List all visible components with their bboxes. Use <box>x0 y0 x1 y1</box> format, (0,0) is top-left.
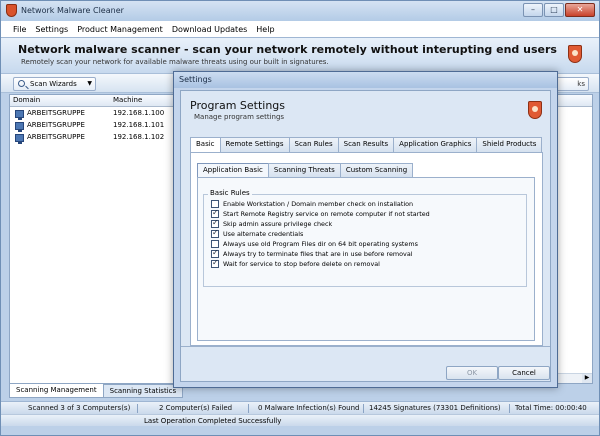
tab-basic[interactable]: Basic <box>190 137 221 153</box>
close-button[interactable]: ✕ <box>565 3 595 17</box>
basic-subtabs: Application Basic Scanning Threats Custo… <box>197 163 414 178</box>
tab-custom-scanning[interactable]: Custom Scanning <box>339 163 414 177</box>
computer-icon <box>15 110 24 120</box>
row-machine: 192.168.1.101 <box>113 121 165 129</box>
row-machine: 192.168.1.100 <box>113 109 165 117</box>
option-old-program-files[interactable]: Always use old Program Files dir on 64 b… <box>211 239 418 248</box>
column-header-domain[interactable]: Domain <box>13 96 40 104</box>
tab-application-basic[interactable]: Application Basic <box>197 163 269 178</box>
shield-logo-icon <box>528 101 542 119</box>
status-scanned: Scanned 3 of 3 Computers(s) <box>28 404 131 412</box>
option-label: Skip admin assure privilege check <box>223 219 333 228</box>
dialog-title: Settings <box>179 75 212 84</box>
checkbox[interactable] <box>211 258 219 268</box>
status-bar: Scanned 3 of 3 Computers(s) 2 Computer(s… <box>1 401 599 414</box>
menu-bar: File Settings Product Management Downloa… <box>1 21 599 37</box>
checkbox[interactable] <box>211 228 219 238</box>
dialog-title-bar[interactable]: Settings <box>174 72 557 88</box>
menu-help[interactable]: Help <box>256 25 274 34</box>
title-bar[interactable]: Network Malware Cleaner – □ ✕ <box>1 1 599 21</box>
settings-heading: Program Settings <box>190 99 286 112</box>
page-title: Network malware scanner - scan your netw… <box>18 43 557 56</box>
status-signatures: 14245 Signatures (73301 Definitions) <box>369 404 501 412</box>
menu-download-updates[interactable]: Download Updates <box>172 25 247 34</box>
tab-shield-products[interactable]: Shield Products <box>476 137 543 152</box>
tab-scanning-statistics[interactable]: Scanning Statistics <box>102 384 184 398</box>
basic-rules-label: Basic Rules <box>208 189 252 197</box>
status-bar-secondary: Last Operation Completed Successfully <box>1 414 599 426</box>
status-last-operation: Last Operation Completed Successfully <box>144 417 282 425</box>
computer-icon <box>15 134 24 144</box>
tab-scanning-management[interactable]: Scanning Management <box>9 384 104 398</box>
computer-icon <box>15 122 24 132</box>
status-divider <box>137 404 138 413</box>
row-machine: 192.168.1.102 <box>113 133 165 141</box>
menu-settings[interactable]: Settings <box>35 25 68 34</box>
tab-remote-settings[interactable]: Remote Settings <box>219 137 290 152</box>
option-alternate-credentials[interactable]: Use alternate credentials <box>211 228 304 238</box>
option-terminate-files[interactable]: Always try to terminate files that are i… <box>211 248 413 258</box>
cancel-button[interactable]: Cancel <box>498 366 550 380</box>
status-divider <box>248 404 249 413</box>
scan-wizards-button[interactable]: Scan Wizards ▼ <box>13 77 96 91</box>
option-label: Always try to terminate files that are i… <box>223 249 413 258</box>
maximize-button[interactable]: □ <box>544 3 564 17</box>
page-subtitle: Remotely scan your network for available… <box>21 58 329 66</box>
option-wait-service-stop[interactable]: Wait for service to stop before delete o… <box>211 258 380 268</box>
row-domain: ARBEITSGRUPPE <box>27 133 85 141</box>
checkbox[interactable] <box>211 208 219 218</box>
option-label: Always use old Program Files dir on 64 b… <box>223 239 418 248</box>
tab-scan-rules[interactable]: Scan Rules <box>288 137 339 152</box>
settings-subheading: Manage program settings <box>194 113 285 121</box>
checkbox[interactable] <box>211 199 219 208</box>
status-total-time: Total Time: 00:00:40 <box>515 404 587 412</box>
option-label: Start Remote Registry service on remote … <box>223 209 430 218</box>
option-label: Use alternate credentials <box>223 229 304 238</box>
option-remote-registry[interactable]: Start Remote Registry service on remote … <box>211 208 430 218</box>
status-divider <box>363 404 364 413</box>
menu-product-management[interactable]: Product Management <box>77 25 163 34</box>
status-failed: 2 Computer(s) Failed <box>159 404 233 412</box>
dialog-divider <box>181 346 550 347</box>
checkbox[interactable] <box>211 239 219 248</box>
option-workstation-check[interactable]: Enable Workstation / Domain member check… <box>211 199 413 208</box>
option-skip-admin-check[interactable]: Skip admin assure privilege check <box>211 218 333 228</box>
window-title: Network Malware Cleaner <box>21 6 124 15</box>
app-shield-icon <box>6 4 17 17</box>
shield-logo-icon <box>568 45 582 63</box>
checkbox[interactable] <box>211 248 219 258</box>
status-divider <box>509 404 510 413</box>
row-domain: ARBEITSGRUPPE <box>27 109 85 117</box>
dialog-body: Program Settings Manage program settings… <box>180 90 551 382</box>
toolbar-right-button[interactable]: ks <box>555 77 589 91</box>
tab-application-graphics[interactable]: Application Graphics <box>393 137 478 152</box>
scan-wizards-label: Scan Wizards <box>30 80 77 88</box>
menu-file[interactable]: File <box>13 25 26 34</box>
checkbox[interactable] <box>211 218 219 228</box>
ok-button[interactable]: OK <box>446 366 498 380</box>
minimize-button[interactable]: – <box>523 3 543 17</box>
header-banner: Network malware scanner - scan your netw… <box>1 37 599 73</box>
option-label: Enable Workstation / Domain member check… <box>223 199 414 208</box>
settings-dialog: Settings Program Settings Manage program… <box>173 71 558 388</box>
column-header-machine[interactable]: Machine <box>113 96 142 104</box>
tab-scanning-threats[interactable]: Scanning Threats <box>267 163 341 177</box>
chevron-down-icon: ▼ <box>87 80 92 87</box>
tab-scan-results[interactable]: Scan Results <box>337 137 395 152</box>
row-domain: ARBEITSGRUPPE <box>27 121 85 129</box>
search-icon <box>18 80 25 87</box>
status-infections: 0 Malware Infection(s) Found <box>258 404 360 412</box>
settings-tabs: Basic Remote Settings Scan Rules Scan Re… <box>190 137 543 153</box>
option-label: Wait for service to stop before delete o… <box>223 259 380 268</box>
scroll-right-icon[interactable]: ▶ <box>582 374 592 383</box>
